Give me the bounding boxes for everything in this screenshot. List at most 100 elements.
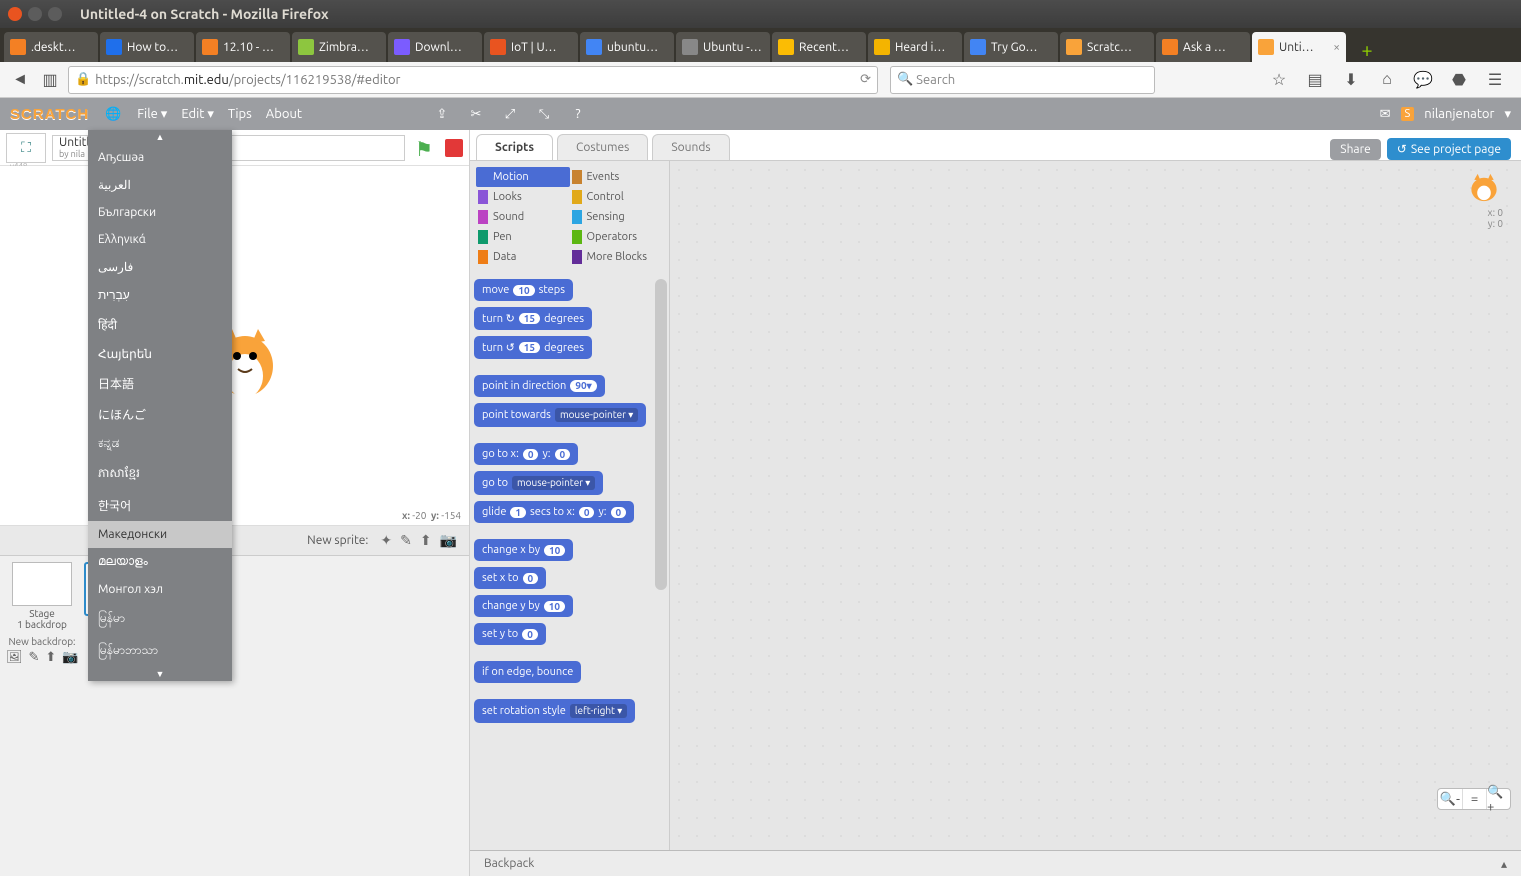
language-menu-item[interactable]: മലയാളം (88, 548, 232, 576)
upload-sprite-icon[interactable]: ⬆ (420, 532, 432, 549)
user-menu-caret-icon[interactable]: ▾ (1504, 107, 1511, 122)
browser-tab[interactable]: Recent… (772, 32, 866, 62)
paint-backdrop-icon[interactable]: ✎ (29, 650, 40, 665)
window-minimize-button[interactable] (28, 7, 42, 21)
language-menu-item[interactable]: Ελληνικά (88, 226, 232, 253)
edit-menu[interactable]: Edit ▾ (181, 107, 214, 122)
language-menu-item[interactable]: Български (88, 199, 232, 226)
zoom-out-button[interactable]: 🔍‑ (1438, 789, 1462, 809)
motion-block[interactable]: turn ↺15degrees (474, 336, 592, 359)
language-menu-item[interactable]: မြန်မာဘာသာ (88, 635, 232, 667)
motion-block[interactable]: point towardsmouse-pointer ▾ (474, 403, 646, 427)
motion-block[interactable]: change y by10 (474, 595, 573, 617)
motion-block[interactable]: set x to0 (474, 567, 546, 589)
category-operators[interactable]: Operators (570, 227, 664, 247)
username[interactable]: nilanjenator (1424, 107, 1494, 121)
duplicate-tool-icon[interactable]: ⇪ (432, 107, 452, 122)
category-data[interactable]: Data (476, 247, 570, 267)
browser-tab[interactable]: Downl… (388, 32, 482, 62)
grow-tool-icon[interactable]: ⤢ (500, 107, 520, 122)
bookmark-star-icon[interactable]: ☆ (1267, 68, 1291, 92)
motion-block[interactable]: change x by10 (474, 539, 573, 561)
browser-tab[interactable]: Try Go… (964, 32, 1058, 62)
language-menu-item[interactable]: ಕನ್ನಡ (88, 430, 232, 458)
stage-canvas[interactable]: x: -20 y: -154 (0, 166, 469, 526)
tab-costumes[interactable]: Costumes (557, 134, 648, 160)
about-menu[interactable]: About (266, 107, 302, 121)
fullscreen-button[interactable]: ⛶ (6, 133, 46, 163)
shrink-tool-icon[interactable]: ⤡ (534, 107, 554, 122)
window-close-button[interactable] (8, 7, 22, 21)
tab-sounds[interactable]: Sounds (652, 134, 729, 160)
browser-tab[interactable]: Heard i… (868, 32, 962, 62)
browser-tab[interactable]: How to… (100, 32, 194, 62)
back-button[interactable]: ◄ (8, 68, 32, 92)
language-menu-item[interactable]: 한국어 (88, 490, 232, 521)
see-project-page-button[interactable]: ↺See project page (1387, 138, 1511, 160)
language-menu-item[interactable]: עִבְרִית (88, 281, 232, 309)
readermode-button[interactable]: ▥ (38, 68, 62, 92)
choose-backdrop-library-icon[interactable]: 🖼 (6, 650, 23, 665)
browser-tab[interactable]: Scratc… (1060, 32, 1154, 62)
language-menu-item[interactable]: Македонски (88, 521, 232, 548)
motion-block[interactable]: set y to0 (474, 623, 546, 645)
language-menu-item[interactable]: العربية (88, 171, 232, 199)
delete-tool-icon[interactable]: ✂ (466, 107, 486, 122)
browser-tab[interactable]: IoT | U… (484, 32, 578, 62)
category-sensing[interactable]: Sensing (570, 207, 664, 227)
motion-block[interactable]: go tomouse-pointer ▾ (474, 471, 603, 495)
camera-sprite-icon[interactable]: 📷 (440, 532, 457, 549)
zoom-in-button[interactable]: 🔍+ (1486, 789, 1510, 809)
tab-close-icon[interactable]: × (1333, 41, 1340, 54)
category-events[interactable]: Events (570, 167, 664, 187)
search-bar[interactable]: 🔍 Search (890, 66, 1155, 94)
browser-tab[interactable]: Zimbra… (292, 32, 386, 62)
motion-block[interactable]: go to x:0y:0 (474, 443, 578, 465)
scratch-logo[interactable]: SCRATCH (10, 106, 89, 123)
language-menu-item[interactable]: Монгол хэл (88, 576, 232, 603)
lang-scroll-up-icon[interactable]: ▲ (88, 130, 232, 144)
category-sound[interactable]: Sound (476, 207, 570, 227)
downloads-icon[interactable]: ⬇ (1339, 68, 1363, 92)
paint-sprite-icon[interactable]: ✎ (400, 532, 412, 549)
upload-backdrop-icon[interactable]: ⬆ (45, 650, 56, 665)
zoom-reset-button[interactable]: = (1462, 789, 1486, 809)
window-maximize-button[interactable] (48, 7, 62, 21)
motion-block[interactable]: glide1secs to x:0y:0 (474, 501, 634, 523)
share-button[interactable]: Share (1330, 139, 1380, 160)
category-more-blocks[interactable]: More Blocks (570, 247, 664, 267)
address-bar[interactable]: 🔒 https://scratch.mit.edu/projects/11621… (68, 66, 878, 94)
new-tab-button[interactable]: + (1354, 36, 1380, 62)
language-menu-item[interactable]: हिंदी (88, 309, 232, 340)
language-menu[interactable]: ▲ АҧсшәаالعربيةБългарскиΕλληνικάفارسیעִב… (88, 130, 232, 681)
category-pen[interactable]: Pen (476, 227, 570, 247)
motion-block[interactable]: move10steps (474, 279, 573, 301)
browser-tab[interactable]: Ubuntu - … (676, 32, 770, 62)
backpack-bar[interactable]: Backpack ▴ (470, 850, 1521, 876)
category-control[interactable]: Control (570, 187, 664, 207)
language-menu-item[interactable]: Аҧсшәа (88, 144, 232, 171)
chat-icon[interactable]: 💬 (1411, 68, 1435, 92)
lang-scroll-down-icon[interactable]: ▼ (88, 667, 232, 681)
stop-button[interactable] (445, 139, 463, 157)
motion-block[interactable]: if on edge, bounce (474, 661, 581, 683)
language-menu-item[interactable]: 日本語 (88, 368, 232, 399)
browser-tab[interactable]: 12.10 - … (196, 32, 290, 62)
category-looks[interactable]: Looks (476, 187, 570, 207)
browser-tab[interactable]: ubuntu… (580, 32, 674, 62)
language-menu-item[interactable]: فارسی (88, 253, 232, 281)
hamburger-menu-icon[interactable]: ☰ (1483, 68, 1507, 92)
category-motion[interactable]: Motion (476, 167, 570, 187)
language-menu-item[interactable]: Հայերեն (88, 340, 232, 368)
scripts-workspace[interactable]: x: 0 y: 0 🔍‑ = 🔍+ (670, 161, 1521, 850)
mail-icon[interactable]: ✉ (1380, 107, 1391, 122)
language-menu-item[interactable]: にほんご (88, 399, 232, 430)
motion-block[interactable]: set rotation styleleft-right ▾ (474, 699, 635, 723)
tab-scripts[interactable]: Scripts (476, 134, 553, 160)
stage-thumbnail[interactable]: Stage 1 backdrop New backdrop: 🖼 ✎ ⬆ 📷 (6, 562, 78, 870)
help-tool-icon[interactable]: ? (568, 107, 588, 121)
language-globe-icon[interactable]: 🌐 (103, 107, 123, 122)
green-flag-button[interactable]: ⚑ (415, 137, 437, 159)
browser-tab[interactable]: Unti…× (1252, 32, 1346, 62)
browser-tab[interactable]: Ask a … (1156, 32, 1250, 62)
